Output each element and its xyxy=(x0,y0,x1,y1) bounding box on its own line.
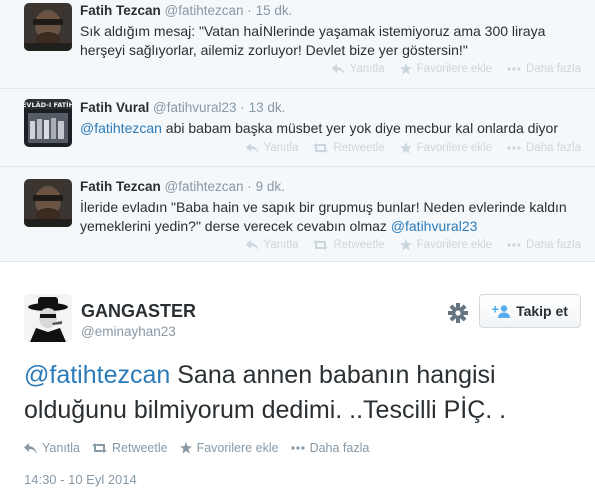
reply-handle[interactable]: @fatihtezcan xyxy=(165,179,244,194)
more-button[interactable]: Daha fazla xyxy=(507,142,581,154)
reply-handle[interactable]: @fatihvural23 xyxy=(153,100,237,115)
more-button[interactable]: Daha fazla xyxy=(507,63,581,75)
favorite-button[interactable]: Favorilere ekle xyxy=(399,239,493,251)
reply-header: Fatih Tezcan @fatihtezcan · 15 dk. xyxy=(80,3,292,18)
gear-icon[interactable] xyxy=(447,302,469,324)
main-tweet: GANGASTER @eminayhan23 Takip et @fatihte… xyxy=(0,268,595,492)
reply-text: Sık aldığım mesaj: "Vatan haİNlerinde ya… xyxy=(80,23,546,58)
reply-tweet[interactable]: Fatih Tezcan @fatihtezcan · 9 dk. İlerid… xyxy=(0,167,595,262)
retweet-icon xyxy=(313,143,329,153)
reply-icon xyxy=(24,442,37,454)
mention-link[interactable]: @fatihvural23 xyxy=(391,218,478,234)
avatar[interactable]: EVLÂD-I FATİH xyxy=(24,99,72,147)
separator-dot: · xyxy=(247,3,252,18)
favorite-button[interactable]: Favorilere ekle xyxy=(399,63,493,75)
reply-icon xyxy=(245,142,259,154)
reply-header: Fatih Tezcan @fatihtezcan · 9 dk. xyxy=(80,179,285,194)
avatar-banner-text: EVLÂD-I FATİH xyxy=(24,100,72,109)
conversation-replies: Fatih Tezcan @fatihtezcan · 15 dk. Sık a… xyxy=(0,0,595,262)
reply-time[interactable]: 15 dk. xyxy=(256,3,293,18)
favorite-button[interactable]: Favorilere ekle xyxy=(399,142,493,154)
retweet-icon xyxy=(92,443,107,453)
reply-time[interactable]: 13 dk. xyxy=(249,100,286,115)
more-label: Daha fazla xyxy=(309,441,370,455)
retweet-label: Retweetle xyxy=(333,239,385,251)
more-dots-icon xyxy=(507,146,521,150)
more-dots-icon xyxy=(507,243,521,247)
reply-handle[interactable]: @fatihtezcan xyxy=(165,3,244,18)
reply-button[interactable]: Yanıtla xyxy=(245,239,299,251)
follow-button[interactable]: Takip et xyxy=(479,294,581,328)
favorite-label: Favorilere ekle xyxy=(416,142,493,154)
author-fullname[interactable]: GANGASTER xyxy=(81,301,196,322)
favorite-star-icon xyxy=(399,239,412,251)
reply-button[interactable]: Yanıtla xyxy=(331,63,385,75)
follow-label: Takip et xyxy=(516,303,568,319)
reply-label: Yanıtla xyxy=(263,239,299,251)
favorite-star-icon xyxy=(399,63,412,75)
tweet-text: @fatihtezcan Sana annen babanın hangisi … xyxy=(24,358,584,428)
tweet-actions: Yanıtla Retweetle Favorilere ekle Daha f… xyxy=(24,441,381,455)
mention-link[interactable]: @fatihtezcan xyxy=(80,120,162,136)
reply-label: Yanıtla xyxy=(42,441,80,455)
retweet-button[interactable]: Retweetle xyxy=(313,239,385,251)
follow-person-icon xyxy=(492,304,511,318)
reply-actions: Yanıtla Favorilere ekle Daha fazla xyxy=(317,63,581,75)
more-label: Daha fazla xyxy=(526,239,581,251)
reply-actions: Yanıtla Retweetle Favorilere ekle Daha f… xyxy=(231,142,581,154)
avatar[interactable] xyxy=(24,294,72,342)
retweet-label: Retweetle xyxy=(333,142,385,154)
reply-button[interactable]: Yanıtla xyxy=(245,142,299,154)
favorite-label: Favorilere ekle xyxy=(416,63,493,75)
reply-time[interactable]: 9 dk. xyxy=(256,179,285,194)
author-handle[interactable]: @eminayhan23 xyxy=(81,324,176,339)
reply-actions: Yanıtla Retweetle Favorilere ekle Daha f… xyxy=(231,239,581,251)
favorite-label: Favorilere ekle xyxy=(196,441,279,455)
retweet-button[interactable]: Retweetle xyxy=(92,441,168,455)
mention-link[interactable]: @fatihtezcan xyxy=(24,361,170,389)
reply-label: Yanıtla xyxy=(349,63,385,75)
retweet-icon xyxy=(313,240,329,250)
favorite-button[interactable]: Favorilere ekle xyxy=(179,441,279,455)
reply-fullname[interactable]: Fatih Tezcan xyxy=(80,3,161,18)
reply-icon xyxy=(331,63,345,75)
favorite-star-icon xyxy=(179,442,192,454)
more-label: Daha fazla xyxy=(526,63,581,75)
reply-icon xyxy=(245,239,259,251)
favorite-star-icon xyxy=(399,142,412,154)
favorite-label: Favorilere ekle xyxy=(416,239,493,251)
more-button[interactable]: Daha fazla xyxy=(290,441,370,455)
more-label: Daha fazla xyxy=(526,142,581,154)
retweet-label: Retweetle xyxy=(112,441,168,455)
reply-header: Fatih Vural @fatihvural23 · 13 dk. xyxy=(80,100,285,115)
reply-text-body: İleride evladın "Baba hain ve sapık bir … xyxy=(80,199,567,234)
reply-text-body: abi babam başka müsbet yer yok diye mecb… xyxy=(161,120,559,136)
reply-fullname[interactable]: Fatih Tezcan xyxy=(80,179,161,194)
retweet-button[interactable]: Retweetle xyxy=(313,142,385,154)
more-dots-icon xyxy=(507,67,521,71)
reply-tweet[interactable]: EVLÂD-I FATİH Fatih Vural @fatihvural23 … xyxy=(0,89,595,167)
reply-button[interactable]: Yanıtla xyxy=(24,441,80,455)
reply-fullname[interactable]: Fatih Vural xyxy=(80,100,149,115)
tweet-timestamp[interactable]: 14:30 - 10 Eyl 2014 xyxy=(24,472,137,487)
reply-label: Yanıtla xyxy=(263,142,299,154)
reply-text: @fatihtezcan abi babam başka müsbet yer … xyxy=(80,119,580,138)
more-button[interactable]: Daha fazla xyxy=(507,239,581,251)
separator-dot: · xyxy=(247,179,252,194)
separator-dot: · xyxy=(240,100,245,115)
avatar[interactable] xyxy=(24,179,72,227)
more-dots-icon xyxy=(290,446,305,450)
reply-text: İleride evladın "Baba hain ve sapık bir … xyxy=(80,198,580,236)
reply-tweet[interactable]: Fatih Tezcan @fatihtezcan · 15 dk. Sık a… xyxy=(0,0,595,89)
avatar[interactable] xyxy=(24,3,72,51)
